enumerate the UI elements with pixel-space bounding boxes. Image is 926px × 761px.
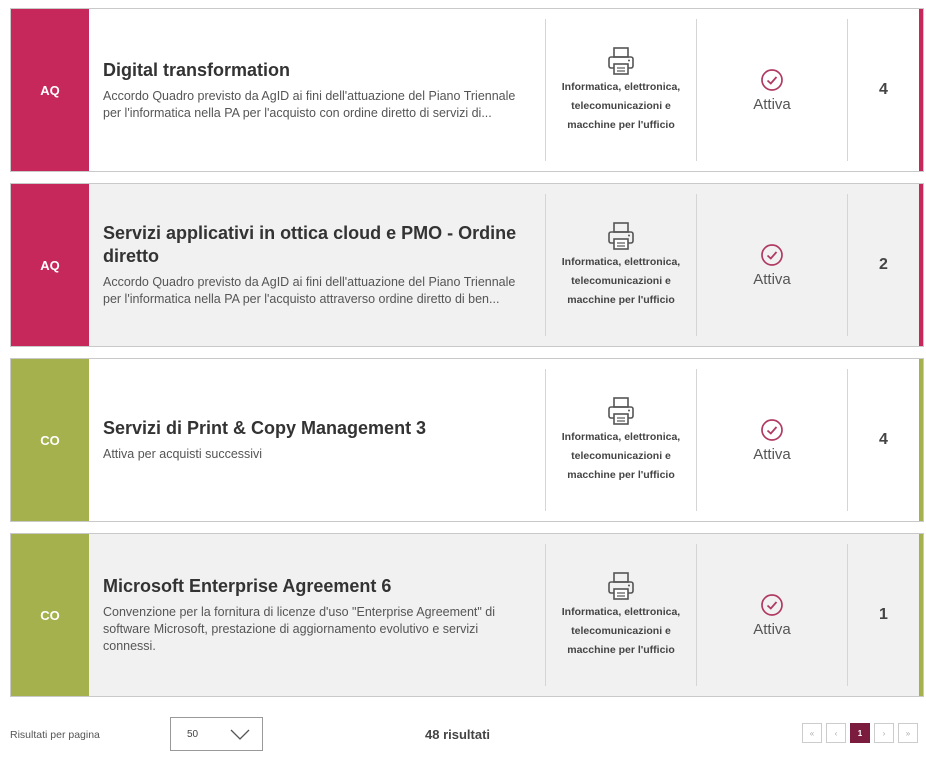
- prev-page-button[interactable]: ‹: [826, 723, 846, 743]
- type-badge: CO: [11, 359, 89, 521]
- count-value: 4: [879, 81, 888, 98]
- card-description: Convenzione per la fornitura di licenze …: [103, 605, 496, 653]
- page-1-button[interactable]: 1: [850, 723, 870, 743]
- printer-icon: [608, 221, 634, 250]
- check-circle-icon: [761, 418, 783, 441]
- result-card[interactable]: CO Servizi di Print & Copy Management 3 At…: [10, 358, 924, 522]
- next-page-button[interactable]: ›: [874, 723, 894, 743]
- count-value: 4: [879, 431, 888, 448]
- card-main: Microsoft Enterprise Agreement 6 Convenzi…: [89, 534, 545, 696]
- type-badge: CO: [11, 534, 89, 696]
- category-cell: Informatica, elettronica, telecomunicazi…: [546, 9, 696, 171]
- accent-bar: [919, 184, 923, 346]
- result-card[interactable]: CO Microsoft Enterprise Agreement 6 Conven…: [10, 533, 924, 697]
- card-description: Accordo Quadro previsto da AgID ai fini …: [103, 275, 516, 306]
- card-main: Servizi applicativi in ottica cloud e PM…: [89, 184, 545, 346]
- result-card[interactable]: AQ Digital transformation Accordo Quadro p…: [10, 8, 924, 172]
- card-title[interactable]: Digital transformation: [103, 59, 525, 82]
- last-page-button[interactable]: »: [898, 723, 918, 743]
- card-main: Digital transformation Accordo Quadro pre…: [89, 9, 545, 171]
- check-circle-icon: [761, 593, 783, 616]
- chevron-down-icon: [230, 729, 250, 740]
- category-label: Informatica, elettronica, telecomunicazi…: [561, 80, 681, 131]
- pagination-bar: Risultati per pagina 50 48 risultati « ‹…: [0, 712, 926, 756]
- type-badge: AQ: [11, 184, 89, 346]
- count-value: 1: [879, 606, 888, 623]
- printer-icon: [608, 396, 634, 425]
- accent-bar: [919, 359, 923, 521]
- card-title[interactable]: Microsoft Enterprise Agreement 6: [103, 575, 525, 598]
- category-label: Informatica, elettronica, telecomunicazi…: [561, 255, 681, 306]
- category-cell: Informatica, elettronica, telecomunicazi…: [546, 359, 696, 521]
- status-cell: Attiva: [697, 359, 847, 521]
- accent-bar: [919, 534, 923, 696]
- first-page-button[interactable]: «: [802, 723, 822, 743]
- category-cell: Informatica, elettronica, telecomunicazi…: [546, 534, 696, 696]
- count-value: 2: [879, 256, 888, 273]
- status-cell: Attiva: [697, 184, 847, 346]
- card-description: Accordo Quadro previsto da AgID ai fini …: [103, 88, 516, 120]
- card-main: Servizi di Print & Copy Management 3 Atti…: [89, 359, 545, 521]
- results-per-page-value: 50: [187, 729, 199, 740]
- results-count: 48 risultati: [425, 727, 491, 742]
- status-cell: Attiva: [697, 534, 847, 696]
- type-badge: AQ: [11, 9, 89, 171]
- category-label: Informatica, elettronica, telecomunicazi…: [561, 430, 681, 481]
- printer-icon: [608, 571, 634, 600]
- status-label: Attiva: [753, 270, 791, 288]
- pager: « ‹ 1 › »: [802, 723, 918, 743]
- check-circle-icon: [761, 68, 783, 91]
- accent-bar: [919, 9, 923, 171]
- card-description: Attiva per acquisti successivi: [103, 447, 263, 461]
- result-card[interactable]: AQ Servizi applicativi in ottica cloud e …: [10, 183, 924, 347]
- results-per-page-label: Risultati per pagina: [10, 729, 100, 741]
- category-cell: Informatica, elettronica, telecomunicazi…: [546, 184, 696, 346]
- status-label: Attiva: [753, 445, 791, 463]
- card-title[interactable]: Servizi di Print & Copy Management 3: [103, 417, 525, 440]
- results-per-page-select[interactable]: 50: [170, 717, 263, 751]
- category-label: Informatica, elettronica, telecomunicazi…: [561, 605, 681, 656]
- status-cell: Attiva: [697, 9, 847, 171]
- card-title[interactable]: Servizi applicativi in ottica cloud e PM…: [103, 222, 525, 268]
- status-label: Attiva: [753, 95, 791, 113]
- check-circle-icon: [761, 243, 783, 266]
- status-label: Attiva: [753, 620, 791, 638]
- printer-icon: [608, 46, 634, 75]
